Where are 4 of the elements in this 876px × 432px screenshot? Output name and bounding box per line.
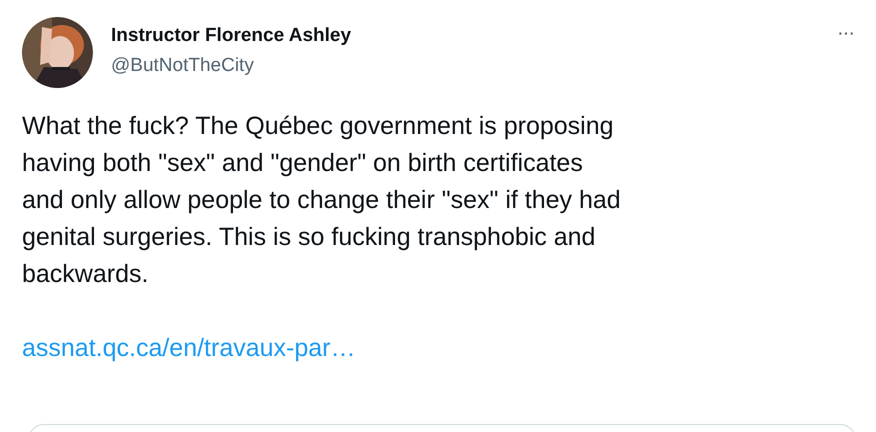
tweet-text: What the fuck? The Québec government is proposing having both "sex" and "gender" on birth certificates and only allow people to change their "sex" if they had genital surgeries. This is so fucking transphobic and backwards.	[21, 111, 622, 290]
author-name[interactable]: Instructor Florence Ashley	[111, 24, 352, 48]
more-button[interactable]: ···	[837, 23, 854, 43]
author-handle[interactable]: @ButNotTheCity	[111, 54, 352, 78]
